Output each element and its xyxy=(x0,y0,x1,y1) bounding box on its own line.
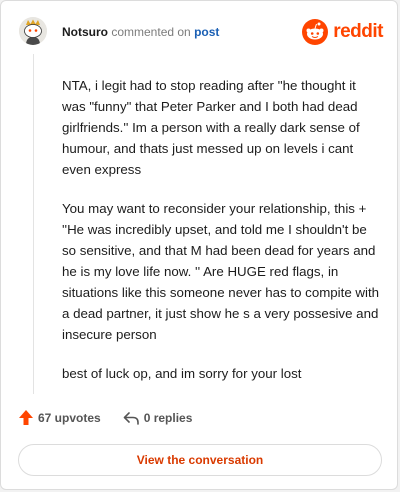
view-conversation-button[interactable]: View the conversation xyxy=(18,444,382,476)
reddit-brand[interactable]: reddit xyxy=(302,19,383,45)
reply-button[interactable]: 0 replies xyxy=(123,410,193,425)
comment-card: Notsuro commented on post reddit NTA, i … xyxy=(0,0,398,490)
header-action-text: commented on xyxy=(111,25,191,39)
comment-paragraph-2: You may want to reconsider your relation… xyxy=(62,201,380,342)
upvote-button[interactable]: 67 upvotes xyxy=(19,410,101,425)
upvote-arrow-icon xyxy=(19,410,33,425)
replies-count: 0 replies xyxy=(143,410,193,425)
reddit-logo-icon xyxy=(302,19,329,45)
comment-paragraph-3: best of luck op, and im sorry for your l… xyxy=(62,366,302,381)
username[interactable]: Notsuro xyxy=(62,25,108,39)
comment-header: Notsuro commented on post xyxy=(62,25,219,39)
upvotes-count: 67 upvotes xyxy=(38,410,101,425)
comment-actions: 67 upvotes 0 replies xyxy=(19,410,192,425)
reddit-wordmark: reddit xyxy=(333,21,383,42)
post-link[interactable]: post xyxy=(194,25,219,39)
comment-body: NTA, i legit had to stop reading after '… xyxy=(62,75,380,402)
reply-arrow-icon xyxy=(123,411,139,425)
comment-paragraph-1: NTA, i legit had to stop reading after '… xyxy=(62,78,360,177)
thread-line xyxy=(33,54,34,394)
user-avatar-icon[interactable] xyxy=(19,17,47,45)
